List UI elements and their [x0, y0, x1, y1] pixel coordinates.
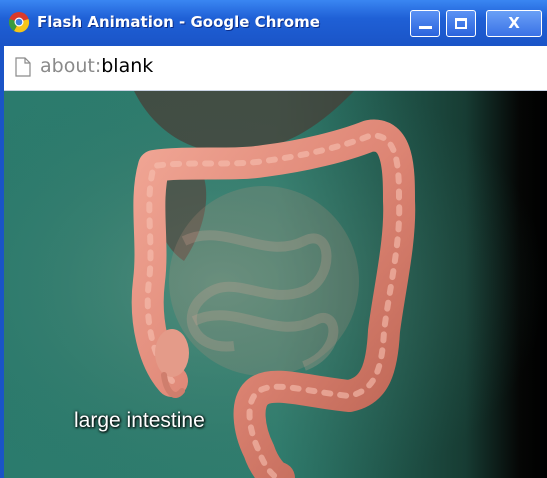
url-scheme: about:	[40, 55, 102, 77]
flash-animation-area[interactable]: large intestine	[4, 91, 547, 478]
maximize-icon	[455, 18, 467, 29]
window-title: Flash Animation - Google Chrome	[37, 13, 320, 31]
animation-caption: large intestine	[74, 409, 205, 432]
url-path: blank	[101, 55, 154, 77]
close-icon: X	[508, 14, 520, 32]
chrome-icon	[8, 12, 30, 33]
minimize-icon	[419, 26, 432, 29]
url-field[interactable]: about:blank	[40, 55, 153, 77]
browser-window: Flash Animation - Google Chrome X about:…	[0, 0, 547, 478]
title-bar[interactable]: Flash Animation - Google Chrome X	[0, 0, 547, 46]
page-icon	[15, 57, 31, 77]
minimize-button[interactable]	[410, 10, 440, 37]
address-bar[interactable]: about:blank	[4, 46, 547, 91]
maximize-button[interactable]	[446, 10, 476, 37]
close-button[interactable]: X	[486, 10, 542, 37]
